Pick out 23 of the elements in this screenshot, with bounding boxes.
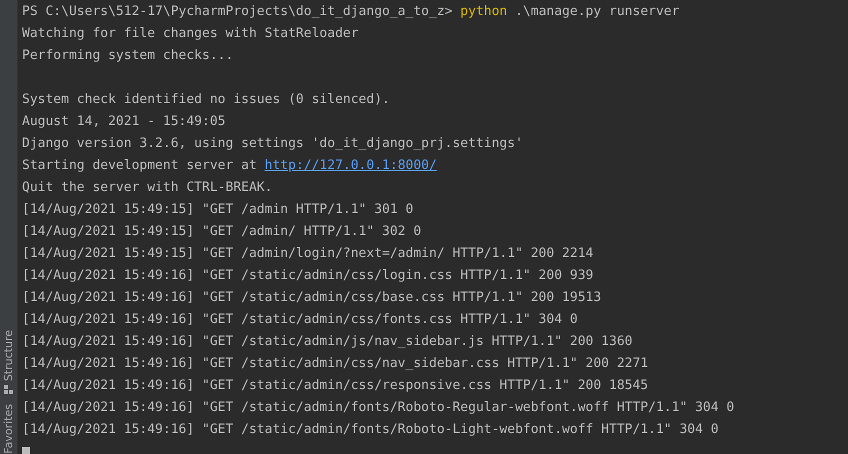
output-line: [14/Aug/2021 15:49:16] "GET /static/admin/js/nav_sidebar.js HTTP/1.1" 200 1360 [22,333,634,351]
output-line: Django version 3.2.6, using settings 'do_it_django_prj.settings' [22,135,524,153]
output-line: [14/Aug/2021 15:49:16] "GET /static/admin/css/responsive.css HTTP/1.1" 200 18545 [22,377,650,395]
output-line: [14/Aug/2021 15:49:15] "GET /admin/login/?next=/admin/ HTTP/1.1" 200 2214 [22,245,594,263]
output-line: Performing system checks... [22,47,234,65]
server-link[interactable]: http://127.0.0.1:8000/ [264,158,437,173]
tool-window-tab[interactable]: Favorites [2,404,15,454]
output-line: [14/Aug/2021 15:49:16] "GET /static/admin/css/nav_sidebar.css HTTP/1.1" 200 2271 [22,355,650,373]
output-line: August 14, 2021 - 15:49:05 [22,113,226,131]
output-line: Watching for file changes with StatReloader [22,25,360,43]
output-line: [14/Aug/2021 15:49:16] "GET /static/admin/css/fonts.css HTTP/1.1" 304 0 [22,311,579,329]
output-line: [14/Aug/2021 15:49:16] "GET /static/admin/css/base.css HTTP/1.1" 200 19513 [22,289,602,307]
output-line: [14/Aug/2021 15:49:15] "GET /admin/ HTTP/1.1" 302 0 [22,223,422,241]
structure-icon [4,385,13,394]
tool-window-tab[interactable]: Structure [2,330,15,394]
output-line: Starting development server at [22,158,258,173]
output-line: System check identified no issues (0 silenced). [22,91,391,109]
command-line: PS C:\Users\512-17\PycharmProjects\do_it_django_a_to_z> python .\manage.py runserver [22,3,680,21]
output-line: [14/Aug/2021 15:49:15] "GET /admin HTTP/1.1" 301 0 [22,201,414,219]
output-line: [14/Aug/2021 15:49:16] "GET /static/admin/fonts/Roboto-Light-webfont.woff HTTP/1.1" 304 0 [22,421,720,439]
output-line: [14/Aug/2021 15:49:16] "GET /static/admin/fonts/Roboto-Regular-webfont.woff HTTP/1.1" 304 0 [22,399,736,417]
output-line: [14/Aug/2021 15:49:16] "GET /static/admin/css/login.css HTTP/1.1" 200 939 [22,267,594,285]
output-line: Quit the server with CTRL-BREAK. [22,179,274,197]
